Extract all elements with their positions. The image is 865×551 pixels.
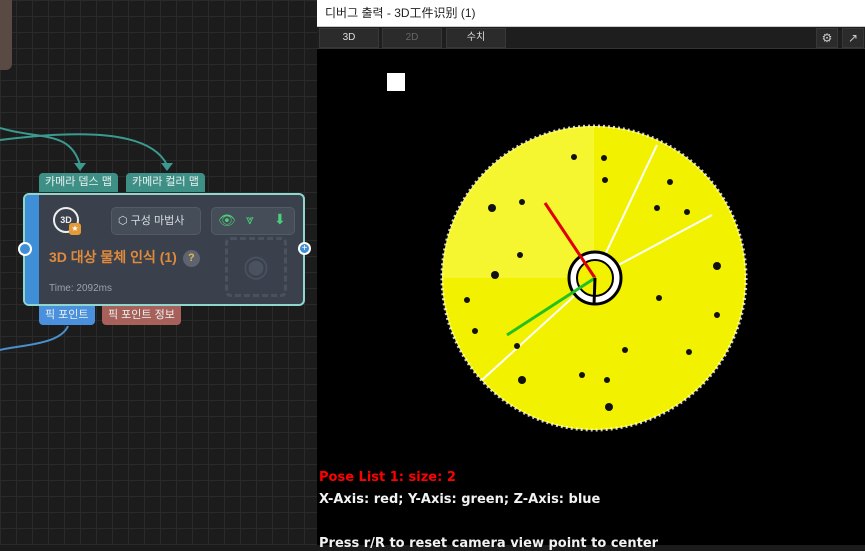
z-axis [592, 277, 597, 306]
tab-2d[interactable]: 2D [382, 28, 442, 48]
axes-legend-text: X-Axis: red; Y-Axis: green; Z-Axis: blue [319, 492, 601, 507]
eye-watermark-icon: ◉ [225, 237, 287, 297]
pose-list-text: Pose List 1: size: 2 [319, 470, 456, 485]
edge-color [0, 133, 168, 166]
panel-title: 디버그 출력 - 3D工件识别 (1) [317, 0, 865, 27]
input-port-depth[interactable]: 카메라 뎁스 맵 [39, 173, 118, 192]
step-node[interactable]: 3D ★ ⬡ 구성 마법사 👁 ⩔ ⬇ ◉ 3D 대상 물체 인식 (1)? T… [23, 193, 305, 306]
download-icon[interactable]: ⬇ [274, 211, 286, 228]
node-title: 3D 대상 물체 인식 (1)? [49, 247, 200, 267]
collapse-icon[interactable]: ⩔ [246, 211, 254, 228]
config-wizard-button[interactable]: ⬡ 구성 마법사 [111, 207, 201, 235]
help-icon[interactable]: ? [182, 249, 200, 267]
star-badge-icon: ★ [69, 223, 81, 235]
visualize-icon[interactable]: 👁 [218, 212, 236, 229]
graph-canvas[interactable]: 카메라 뎁스 맵 카메라 컬러 맵 3D ★ ⬡ 구성 마법사 👁 ⩔ ⬇ ◉ … [0, 0, 317, 545]
output-port-pick-info[interactable]: 픽 포인트 정보 [102, 306, 181, 325]
add-output-icon[interactable]: + [298, 242, 311, 255]
tab-values[interactable]: 수치 [446, 28, 506, 48]
debug-output-panel: 디버그 출력 - 3D工件识别 (1) 3D 2D 수치 ⚙ ↗ Pose Li… [317, 0, 865, 551]
node-time: Time: 2092ms [49, 283, 112, 294]
tab-3d[interactable]: 3D [319, 28, 379, 48]
popout-icon[interactable]: ↗ [842, 28, 864, 48]
input-connector[interactable] [18, 242, 32, 256]
reset-hint-text: Press r/R to reset camera view point to … [319, 536, 659, 551]
input-port-color[interactable]: 카메라 컬러 맵 [126, 173, 205, 192]
edge-out [0, 325, 69, 351]
settings-icon[interactable]: ⚙ [816, 28, 838, 48]
hexagon-gear-icon: ⬡ [118, 215, 131, 227]
3d-viewer[interactable] [317, 50, 865, 470]
output-port-pick-point[interactable]: 픽 포인트 [39, 306, 95, 325]
view-tabs: 3D 2D 수치 ⚙ ↗ [317, 27, 865, 49]
arrow-icon [74, 163, 86, 171]
origin-marker [387, 73, 405, 91]
arrow-icon [161, 163, 173, 171]
node-actions: 👁 ⩔ ⬇ [211, 207, 295, 235]
